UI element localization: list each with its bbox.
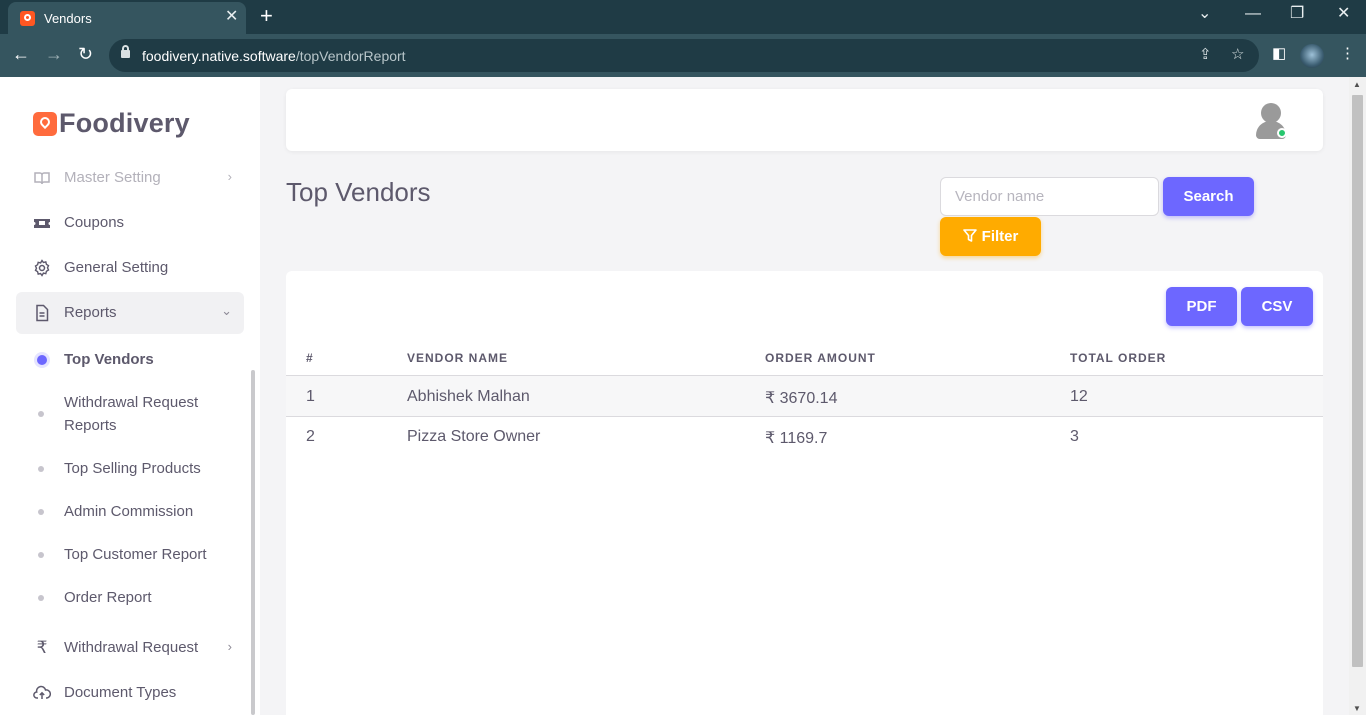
scroll-up-icon[interactable]: ▲ [1353, 80, 1361, 90]
close-window-icon[interactable]: ✕ [1337, 6, 1350, 22]
user-avatar[interactable] [1254, 103, 1288, 141]
address-bar[interactable]: foodivery.native.software/topVendorRepor… [109, 39, 1259, 72]
tab-title: Vendors [44, 11, 92, 26]
back-icon[interactable]: ← [12, 44, 30, 64]
dot-icon [38, 595, 44, 601]
new-tab-icon[interactable]: + [260, 5, 273, 27]
sidebar: Foodivery Master Setting › Coupons Gener… [0, 77, 260, 715]
column-header-total-order: TOTAL ORDER [1070, 351, 1167, 365]
ticket-icon [33, 214, 51, 232]
vendor-search-input[interactable] [940, 177, 1159, 216]
sidebar-subitem-top-customer-report[interactable]: Top Customer Report [64, 543, 207, 566]
document-icon [33, 304, 51, 322]
sidebar-item-label: Document Types [64, 684, 177, 701]
side-panel-icon[interactable]: ◧ [1272, 45, 1286, 62]
sidebar-subitem-top-vendors[interactable]: Top Vendors [64, 348, 154, 371]
bookmark-star-icon[interactable]: ☆ [1231, 46, 1244, 63]
lock-icon[interactable] [121, 45, 130, 58]
tab-search-icon[interactable]: ⌄ [1198, 6, 1211, 22]
sidebar-item-withdrawal-request[interactable]: ₹ Withdrawal Request › [16, 627, 244, 669]
scroll-down-icon[interactable]: ▼ [1353, 704, 1361, 714]
filter-icon [962, 229, 977, 242]
sidebar-item-label: Reports [64, 304, 117, 321]
sidebar-subitem-top-selling-products[interactable]: Top Selling Products [64, 457, 201, 480]
dot-icon [38, 552, 44, 558]
sidebar-item-label: Coupons [64, 214, 125, 231]
sidebar-item-master-setting[interactable]: Master Setting › [16, 157, 244, 199]
sidebar-subitem-admin-commission[interactable]: Admin Commission [64, 500, 193, 523]
table-row[interactable]: 2 Pizza Store Owner ₹ 1169.7 3 [286, 417, 1323, 457]
cell-total-order: 3 [1070, 428, 1079, 445]
user-icon [1261, 103, 1281, 123]
table-row[interactable]: 1 Abhishek Malhan ₹ 3670.14 12 [286, 376, 1323, 416]
menu-dots-icon[interactable]: ⋮ [1340, 45, 1355, 62]
cell-order-amount: ₹ 1169.7 [765, 430, 828, 447]
browser-toolbar: ← → ↻ foodivery.native.software/topVendo… [0, 34, 1366, 77]
sidebar-item-reports[interactable]: Reports ⌄ [16, 292, 244, 334]
top-navbar [286, 89, 1323, 151]
sidebar-item-label: Withdrawal Request [64, 639, 199, 656]
share-icon[interactable]: ⇪ [1199, 46, 1212, 63]
chevron-right-icon: › [227, 639, 232, 654]
dot-icon [38, 509, 44, 515]
sidebar-item-label: Master Setting [64, 169, 161, 186]
cell-order-amount: ₹ 3670.14 [765, 390, 838, 407]
url-text[interactable]: foodivery.native.software/topVendorRepor… [142, 48, 406, 64]
sidebar-subitem-order-report[interactable]: Order Report [64, 586, 152, 609]
chevron-down-icon: ⌄ [221, 303, 232, 318]
report-card: PDF CSV # VENDOR NAME ORDER AMOUNT TOTAL… [286, 271, 1323, 715]
dot-icon [38, 466, 44, 472]
restore-icon[interactable]: ❐ [1290, 6, 1304, 22]
sidebar-item-label: General Setting [64, 259, 169, 276]
book-icon [33, 169, 51, 187]
export-pdf-button[interactable]: PDF [1166, 287, 1237, 326]
sidebar-item-general-setting[interactable]: General Setting [16, 247, 244, 289]
cell-index: 2 [306, 428, 315, 445]
sidebar-scrollbar[interactable] [251, 370, 255, 715]
gear-icon [33, 259, 51, 277]
export-csv-button[interactable]: CSV [1241, 287, 1313, 326]
column-header-order-amount: ORDER AMOUNT [765, 351, 876, 365]
cell-index: 1 [306, 388, 315, 405]
sidebar-item-coupons[interactable]: Coupons [16, 202, 244, 244]
filter-button-label: Filter [981, 228, 1019, 245]
page-title: Top Vendors [286, 177, 431, 207]
close-tab-icon[interactable]: ✕ [225, 9, 238, 25]
cell-vendor-name: Abhishek Malhan [407, 388, 530, 405]
forward-icon[interactable]: → [45, 44, 63, 64]
cell-total-order: 12 [1070, 388, 1088, 405]
cloud-upload-icon [33, 684, 51, 702]
column-header-index: # [306, 351, 314, 365]
online-status-badge [1277, 128, 1287, 138]
brand-logo[interactable]: Foodivery [33, 108, 190, 139]
rupee-icon: ₹ [36, 638, 48, 657]
reload-icon[interactable]: ↻ [78, 44, 93, 64]
minimize-icon[interactable]: — [1245, 6, 1261, 22]
sidebar-subitem-withdrawal-request-reports[interactable]: Withdrawal Request Reports [64, 391, 224, 437]
browser-tab[interactable]: Vendors ✕ [8, 2, 246, 34]
profile-avatar[interactable] [1300, 44, 1324, 68]
column-header-vendor-name: VENDOR NAME [407, 351, 509, 365]
location-pin-icon [33, 111, 57, 136]
favicon-icon [20, 11, 35, 26]
browser-tab-bar: Vendors ✕ + ⌄ — ❐ ✕ [0, 0, 1366, 34]
chevron-right-icon: › [227, 169, 232, 184]
sidebar-item-document-types[interactable]: Document Types [16, 672, 244, 714]
dot-icon [38, 411, 44, 417]
active-dot-icon [37, 355, 47, 365]
cell-vendor-name: Pizza Store Owner [407, 428, 541, 445]
page-scrollbar-thumb[interactable] [1352, 95, 1363, 667]
search-button[interactable]: Search [1163, 177, 1254, 216]
filter-button[interactable]: Filter [940, 217, 1041, 256]
brand-name: Foodivery [59, 108, 190, 138]
